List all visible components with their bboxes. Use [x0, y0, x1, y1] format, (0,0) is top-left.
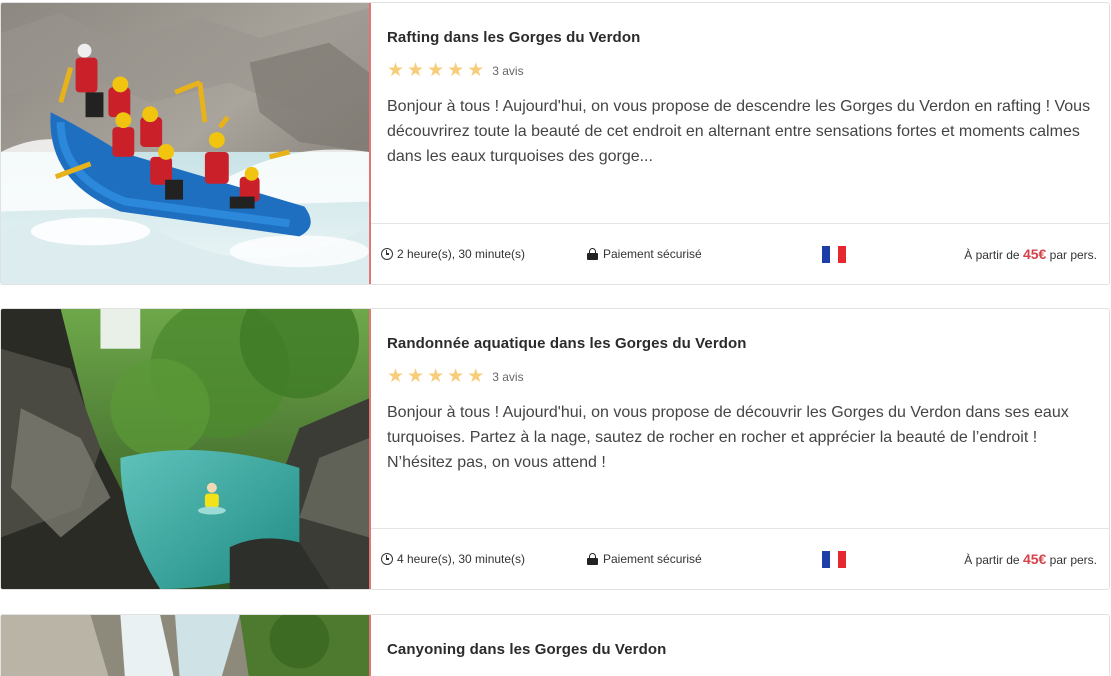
french-flag-icon: [822, 550, 846, 568]
star-rating: ★ ★ ★ ★ ★ 3 avis: [387, 60, 1095, 81]
activity-title[interactable]: Rafting dans les Gorges du Verdon: [387, 28, 1095, 48]
price-amount: 45€: [1022, 551, 1047, 567]
activity-card[interactable]: Rafting dans les Gorges du Verdon ★ ★ ★ …: [0, 2, 1110, 285]
activity-card[interactable]: Randonnée aquatique dans les Gorges du V…: [0, 308, 1110, 590]
rafting-image: [1, 3, 369, 284]
clock-icon: [381, 248, 393, 260]
price: À partir de 45€ par pers.: [964, 246, 1097, 262]
secure-payment-text: Paiement sécurisé: [603, 552, 702, 566]
star-icon: ★: [467, 60, 485, 81]
activity-title[interactable]: Randonnée aquatique dans les Gorges du V…: [387, 334, 1095, 354]
french-flag-icon: [822, 245, 846, 263]
review-count[interactable]: 3 avis: [492, 64, 523, 78]
duration: 4 heure(s), 30 minute(s): [381, 552, 587, 566]
secure-payment-text: Paiement sécurisé: [603, 247, 702, 261]
aquatic-hike-image: [1, 309, 369, 589]
star-icon: ★: [427, 366, 445, 387]
price: À partir de 45€ par pers.: [964, 551, 1097, 567]
review-count[interactable]: 3 avis: [492, 370, 523, 384]
duration-text: 2 heure(s), 30 minute(s): [397, 247, 526, 261]
price-suffix: par pers.: [1049, 248, 1097, 262]
star-icon: ★: [407, 60, 425, 81]
star-icon: ★: [407, 366, 425, 387]
price-prefix: À partir de: [964, 553, 1020, 567]
duration: 2 heure(s), 30 minute(s): [381, 247, 587, 261]
activity-description: Bonjour à tous ! Aujourd'hui, on vous pr…: [387, 404, 1069, 471]
secure-payment: Paiement sécurisé: [587, 247, 822, 261]
star-icon: ★: [427, 60, 445, 81]
clock-icon: [381, 553, 393, 565]
star-icon: ★: [387, 366, 405, 387]
lock-icon: [587, 553, 598, 565]
activity-description: Bonjour à tous ! Aujourd'hui, on vous pr…: [387, 98, 1091, 165]
star-rating: ★ ★ ★ ★ ★ 3 avis: [387, 366, 1095, 387]
activity-card[interactable]: Canyoning dans les Gorges du Verdon: [0, 614, 1110, 676]
star-icon: ★: [387, 60, 405, 81]
card-footer: 4 heure(s), 30 minute(s) Paiement sécuri…: [371, 528, 1109, 589]
card-footer: 2 heure(s), 30 minute(s) Paiement sécuri…: [371, 223, 1109, 284]
star-icon: ★: [447, 60, 465, 81]
canyoning-photo[interactable]: [1, 615, 371, 676]
lock-icon: [587, 248, 598, 260]
price-amount: 45€: [1022, 246, 1047, 262]
aquatic-hike-photo[interactable]: [1, 309, 371, 589]
price-suffix: par pers.: [1049, 553, 1097, 567]
activity-title[interactable]: Canyoning dans les Gorges du Verdon: [387, 640, 1095, 660]
star-icon: ★: [447, 366, 465, 387]
rafting-photo[interactable]: [1, 3, 371, 284]
secure-payment: Paiement sécurisé: [587, 552, 822, 566]
star-icon: ★: [467, 366, 485, 387]
duration-text: 4 heure(s), 30 minute(s): [397, 552, 526, 566]
canyoning-image: [1, 615, 369, 676]
price-prefix: À partir de: [964, 248, 1020, 262]
